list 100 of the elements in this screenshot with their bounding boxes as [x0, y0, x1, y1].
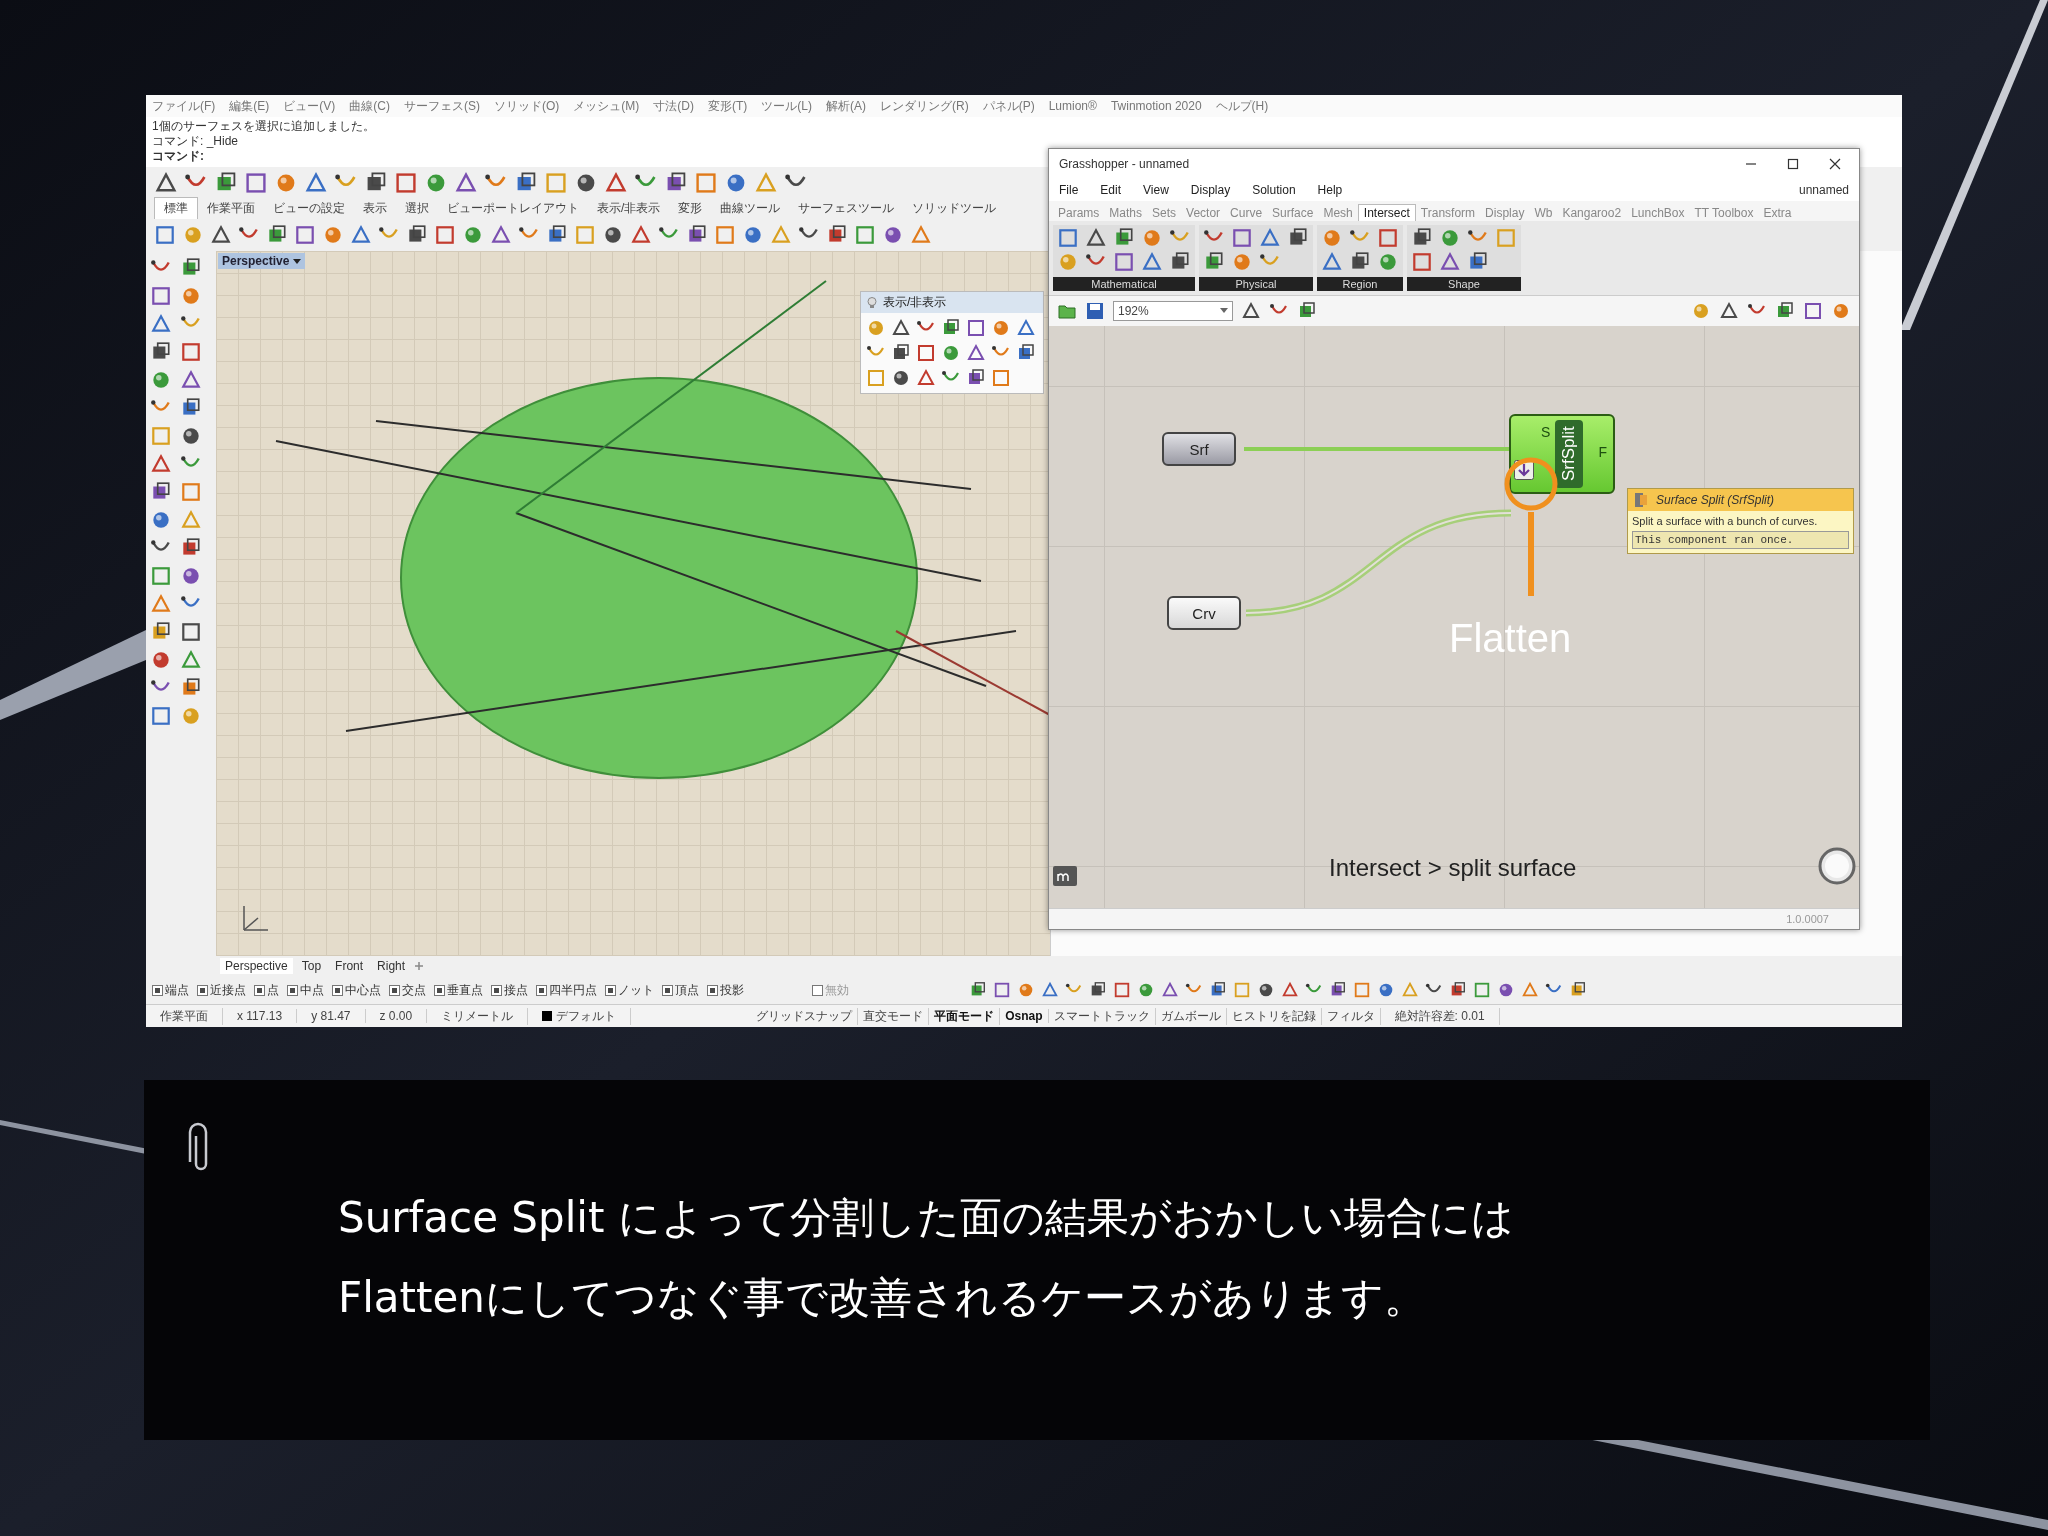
menu-item[interactable]: Twinmotion 2020 [1110, 99, 1202, 113]
toolbar-tab[interactable]: 標準 [154, 197, 198, 219]
viewport-label[interactable]: Perspective [218, 253, 306, 269]
tool-icon[interactable] [1257, 981, 1275, 999]
menu-item[interactable]: サーフェス(S) [404, 97, 480, 115]
menu-item[interactable]: View [1143, 183, 1169, 197]
zoom-field[interactable]: 192% [1113, 301, 1233, 321]
tool-icon[interactable] [1411, 251, 1433, 273]
menu-item[interactable]: Solution [1252, 183, 1296, 197]
tool-icon[interactable] [434, 224, 456, 246]
menu-item[interactable]: パネル(P) [982, 97, 1035, 115]
osnap-checkbox[interactable]: 点 [254, 981, 279, 999]
osnap-checkbox[interactable]: 四半円点 [536, 981, 597, 999]
area-icon[interactable] [1053, 866, 1077, 886]
tool-icon[interactable] [1231, 227, 1253, 249]
tool-icon[interactable] [916, 343, 936, 363]
menu-item[interactable]: ビュー(V) [283, 97, 336, 115]
osnap-checkbox[interactable]: 端点 [152, 981, 189, 999]
panel-label[interactable]: Shape [1407, 277, 1521, 291]
panel-label[interactable]: Region [1317, 277, 1403, 291]
save-icon[interactable] [1085, 301, 1105, 321]
tool-icon[interactable] [180, 341, 202, 363]
tool-icon[interactable] [602, 224, 624, 246]
add-tab-icon[interactable] [414, 961, 425, 971]
component-tab[interactable]: Intersect [1357, 204, 1416, 221]
osnap-checkbox[interactable]: 垂直点 [434, 981, 483, 999]
menu-item[interactable]: Edit [1100, 183, 1122, 197]
osnap-checkbox[interactable]: 交点 [389, 981, 426, 999]
maximize-icon[interactable] [1787, 158, 1799, 170]
menu-item[interactable]: 編集(E) [229, 97, 270, 115]
tool-icon[interactable] [350, 224, 372, 246]
menu-item[interactable]: ファイル(F) [152, 97, 216, 115]
tool-icon[interactable] [150, 509, 172, 531]
toolbar-tab[interactable]: 選択 [396, 198, 438, 219]
caret-icon[interactable] [293, 257, 302, 265]
tool-icon[interactable] [150, 285, 172, 307]
toolbar-tab[interactable]: 表示 [354, 198, 396, 219]
menu-item[interactable]: Help [1317, 183, 1343, 197]
menu-item[interactable]: メッシュ(M) [573, 97, 640, 115]
tool-icon[interactable] [1377, 227, 1399, 249]
menu-item[interactable]: ソリッド(O) [494, 97, 560, 115]
toolbar-tab[interactable]: 変形 [669, 198, 712, 219]
tool-icon[interactable] [966, 343, 986, 363]
osnap-checkbox[interactable]: 接点 [491, 981, 528, 999]
tool-icon[interactable] [1016, 318, 1036, 338]
menu-item[interactable]: ヘルプ(H) [1215, 97, 1269, 115]
tool-icon[interactable] [1113, 251, 1135, 273]
tool-icon[interactable] [180, 621, 202, 643]
tool-icon[interactable] [490, 224, 512, 246]
parameter-node[interactable]: Srf [1162, 432, 1236, 466]
status-toggle[interactable]: 平面モード [929, 1007, 1001, 1025]
tool-icon[interactable] [180, 425, 202, 447]
status-toggle[interactable]: ガムボール [1155, 1007, 1227, 1025]
tool-icon[interactable] [1041, 981, 1059, 999]
tool-icon[interactable] [1161, 981, 1179, 999]
tool-icon[interactable] [210, 224, 232, 246]
status-toggle[interactable]: スマートトラック [1048, 1007, 1156, 1025]
toolbar-tab[interactable]: 表示/非表示 [588, 198, 670, 219]
menu-item[interactable]: Lumion® [1048, 99, 1097, 113]
tool-icon[interactable] [154, 224, 176, 246]
menu-item[interactable]: 解析(A) [826, 97, 866, 115]
tool-icon[interactable] [1497, 981, 1515, 999]
tool-icon[interactable] [742, 224, 764, 246]
status-toggle[interactable]: グリッドスナップ [751, 1007, 859, 1025]
menu-item[interactable]: 曲線(C) [349, 97, 390, 115]
sphere-icon[interactable] [1817, 846, 1857, 886]
command-prompt[interactable]: コマンド: [152, 149, 204, 164]
close-icon[interactable] [1829, 158, 1841, 170]
menu-item[interactable]: File [1059, 183, 1079, 197]
parameter-node[interactable]: Crv [1167, 596, 1241, 630]
dropdown-icon[interactable] [1220, 308, 1228, 314]
tool-icon[interactable] [993, 981, 1011, 999]
osnap-checkbox[interactable]: 投影 [707, 981, 744, 999]
tool-icon[interactable] [150, 313, 172, 335]
viewport[interactable]: Perspective 表示/非表示 [216, 251, 1050, 956]
status-toggle[interactable]: 直交モード [858, 1007, 930, 1025]
tool-icon[interactable] [882, 224, 904, 246]
curve-lines[interactable] [275, 420, 1017, 732]
toolbar-tab[interactable]: 曲線ツール [711, 198, 790, 219]
panel-label[interactable]: Mathematical [1053, 277, 1195, 291]
component-node[interactable]: S SrfSplit F [1509, 414, 1615, 494]
tool-icon[interactable] [1113, 981, 1131, 999]
tool-icon[interactable] [150, 453, 172, 475]
menu-item[interactable]: Display [1190, 183, 1231, 197]
tool-icon[interactable] [1085, 227, 1107, 249]
menu-item[interactable]: レンダリング(R) [880, 97, 969, 115]
tool-icon[interactable] [294, 224, 316, 246]
tool-icon[interactable] [1281, 981, 1299, 999]
disc-surface[interactable] [400, 377, 918, 779]
tool-icon[interactable] [630, 224, 652, 246]
tool-icon[interactable] [180, 369, 202, 391]
tool-icon[interactable] [1719, 301, 1739, 321]
tool-icon[interactable] [1377, 981, 1395, 999]
view-tab[interactable]: Top [296, 958, 327, 974]
tool-icon[interactable] [1241, 301, 1261, 321]
view-tab[interactable]: Perspective [220, 958, 293, 974]
osnap-checkbox[interactable]: ノット [605, 981, 654, 999]
tool-icon[interactable] [966, 318, 986, 338]
tool-icon[interactable] [891, 368, 911, 388]
tool-icon[interactable] [150, 705, 172, 727]
